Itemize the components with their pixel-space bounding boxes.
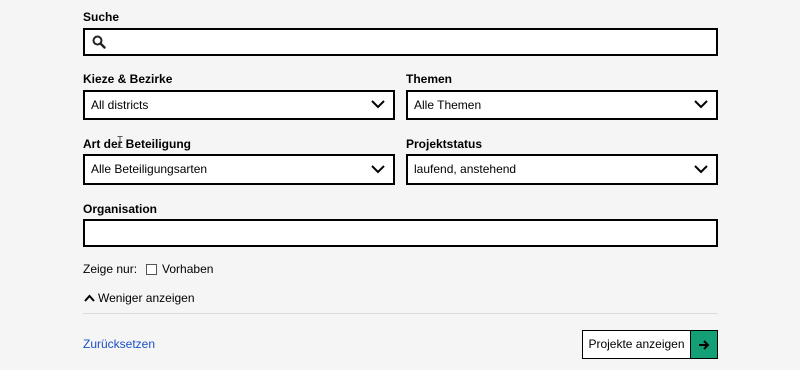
vorhaben-checkbox[interactable] [146,263,158,275]
organisation-label: Organisation [83,202,158,216]
show-only-row: Zeige nur: Vorhaben [83,262,213,276]
chevron-up-icon [84,294,95,302]
show-less-label: Weniger anzeigen [98,291,195,305]
show-only-label: Zeige nur: [83,262,138,276]
chevron-down-icon [371,100,385,109]
participation-label: Art der Beteiligung [83,137,192,151]
chevron-down-icon [694,100,708,109]
show-less-toggle[interactable]: Weniger anzeigen [84,291,195,305]
district-select[interactable]: All districts [83,90,395,120]
topics-value: Alle Themen [414,98,482,112]
show-projects-label: Projekte anzeigen [588,337,685,351]
participation-select[interactable]: Alle Beteiligungsarten [83,154,395,185]
search-icon [92,35,106,49]
status-label: Projektstatus [406,137,483,151]
chevron-down-icon [371,165,385,174]
vorhaben-label[interactable]: Vorhaben [162,262,213,276]
status-value: laufend, anstehend [414,162,517,176]
status-select[interactable]: laufend, anstehend [406,154,718,185]
arrow-right-icon [690,331,717,358]
show-projects-button[interactable]: Projekte anzeigen [582,330,718,359]
district-label: Kieze & Bezirke [83,72,173,86]
organisation-input[interactable] [83,219,718,247]
divider [83,313,718,314]
topics-select[interactable]: Alle Themen [406,90,718,120]
chevron-down-icon [694,165,708,174]
reset-link[interactable]: Zurücksetzen [83,337,155,351]
search-input[interactable] [83,28,718,56]
district-value: All districts [91,98,149,112]
search-label: Suche [83,10,120,24]
participation-value: Alle Beteiligungsarten [91,162,208,176]
topics-label: Themen [406,72,453,86]
text-cursor-icon [117,136,123,148]
